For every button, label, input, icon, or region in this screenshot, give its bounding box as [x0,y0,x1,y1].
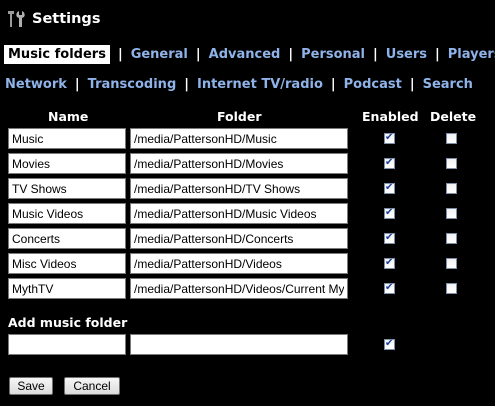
checkmark-icon: ✔ [385,207,394,218]
nav-tab-network[interactable]: Network [5,77,67,92]
enabled-checkbox[interactable]: ✔ [384,232,395,244]
save-button[interactable]: Save [9,377,53,395]
folder-path-input[interactable] [130,278,348,299]
checkmark-icon: ✔ [385,157,394,168]
delete-checkbox[interactable] [446,133,457,144]
checkmark-icon: ✔ [385,338,394,349]
tools-icon [8,11,25,27]
folder-name-input[interactable] [8,128,126,149]
enabled-checkbox[interactable]: ✔ [384,282,395,294]
column-header-delete: Delete [430,109,477,124]
enabled-checkbox[interactable]: ✔ [384,207,395,219]
nav-tab-users[interactable]: Users [386,47,427,62]
enabled-checkbox[interactable]: ✔ [384,157,395,169]
column-header-name: Name [48,109,89,124]
nav-tab-music-folders[interactable]: Music folders [4,44,110,64]
cancel-button[interactable]: Cancel [64,377,120,395]
nav-separator: | [435,46,440,62]
checkmark-icon: ✔ [385,132,394,143]
delete-checkbox[interactable] [446,158,457,169]
folder-path-input[interactable] [130,153,348,174]
folder-name-input[interactable] [8,228,126,249]
column-header-enabled: Enabled [362,109,419,124]
nav-separator: | [195,46,201,62]
folder-name-input[interactable] [8,203,126,224]
nav-tab-search[interactable]: Search [423,77,473,92]
delete-checkbox[interactable] [446,233,457,244]
nav-separator: | [330,76,336,92]
nav-tab-players[interactable]: Players [448,47,495,62]
new-folder-name-input[interactable] [8,334,126,355]
nav-separator: | [74,76,80,92]
nav-tab-advanced[interactable]: Advanced [209,47,281,62]
nav-tab-personal[interactable]: Personal [301,47,365,62]
nav-separator: | [117,46,123,62]
nav-tab-podcast[interactable]: Podcast [344,77,402,92]
settings-nav-primary: Music folders | General | Advanced | Personal |… [4,44,495,64]
nav-tab-general[interactable]: General [131,47,188,62]
new-folder-path-input[interactable] [130,334,348,355]
nav-separator: | [373,46,378,62]
page-title: Settings [32,11,101,27]
nav-separator: | [409,76,415,92]
nav-separator: | [288,46,294,62]
new-folder-enabled-checkbox[interactable]: ✔ [384,338,395,350]
folder-path-input[interactable] [130,253,348,274]
folder-path-input[interactable] [130,178,348,199]
enabled-checkbox[interactable]: ✔ [384,132,395,144]
delete-checkbox[interactable] [446,183,457,194]
folder-path-input[interactable] [130,228,348,249]
checkmark-icon: ✔ [385,182,394,193]
folder-name-input[interactable] [8,153,126,174]
nav-tab-internet-tv-radio[interactable]: Internet TV/radio [197,77,323,92]
delete-checkbox[interactable] [446,208,457,219]
nav-separator: | [184,76,189,92]
nav-tab-transcoding[interactable]: Transcoding [88,77,177,92]
enabled-checkbox[interactable]: ✔ [384,182,395,194]
delete-checkbox[interactable] [446,283,457,294]
add-music-folder-label: Add music folder [8,315,128,330]
page-header: Settings [5,8,100,30]
folder-path-input[interactable] [130,128,348,149]
delete-checkbox[interactable] [446,258,457,269]
checkmark-icon: ✔ [385,257,394,268]
column-header-folder: Folder [217,109,262,124]
folder-name-input[interactable] [8,278,126,299]
settings-nav-secondary: Network | Transcoding | Internet TV/radio | Po… [5,74,473,94]
checkmark-icon: ✔ [385,282,394,293]
checkmark-icon: ✔ [385,232,394,243]
folder-name-input[interactable] [8,178,126,199]
folder-path-input[interactable] [130,203,348,224]
folder-name-input[interactable] [8,253,126,274]
enabled-checkbox[interactable]: ✔ [384,257,395,269]
